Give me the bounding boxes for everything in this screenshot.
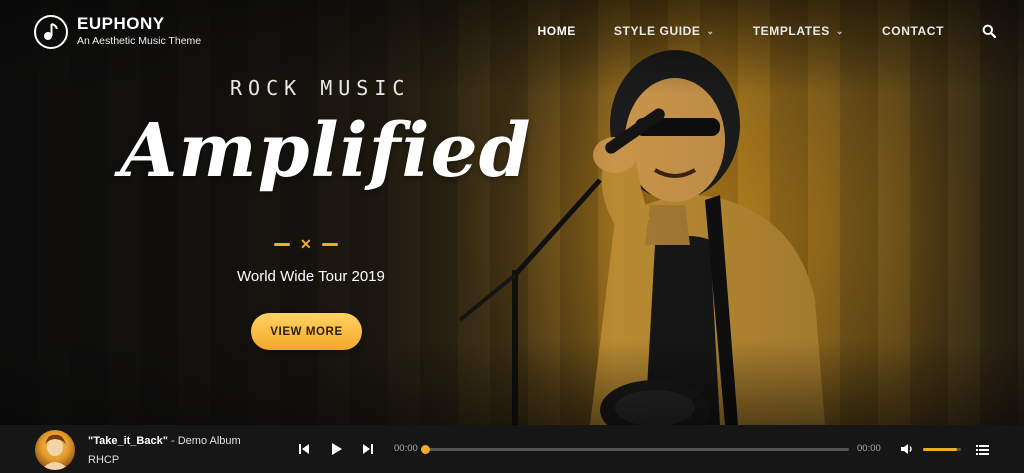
nav-item-label: TEMPLATES xyxy=(752,24,830,38)
volume-icon[interactable] xyxy=(900,442,914,456)
view-more-button[interactable]: VIEW MORE xyxy=(251,313,362,350)
divider-dash xyxy=(321,243,338,246)
site-logo[interactable]: EUPHONY An Aesthetic Music Theme xyxy=(34,14,201,49)
chevron-down-icon: ⌄ xyxy=(835,25,845,36)
brand-name: EUPHONY xyxy=(77,14,165,33)
time-current: 00:00 xyxy=(394,443,418,454)
hero-banner: EUPHONY An Aesthetic Music Theme HOME ST… xyxy=(0,0,1024,425)
volume-level xyxy=(923,448,958,451)
nav-item-style-guide[interactable]: STYLE GUIDE ⌄ xyxy=(614,24,715,38)
track-info: "Take_it_Back" - Demo Album RHCP xyxy=(88,434,241,467)
next-track-icon[interactable] xyxy=(361,442,375,456)
hero-overlay xyxy=(0,0,1024,425)
brand-tagline: An Aesthetic Music Theme xyxy=(77,35,202,47)
nav-item-label: STYLE GUIDE xyxy=(613,24,701,38)
track-album: - Demo Album xyxy=(167,435,241,447)
hero-divider: ✕ xyxy=(274,236,338,253)
cross-icon: ✕ xyxy=(300,236,312,252)
nav-item-templates[interactable]: TEMPLATES ⌄ xyxy=(753,24,844,38)
hero-eyebrow: ROCK MUSIC xyxy=(230,76,411,100)
album-art xyxy=(35,430,75,470)
time-total: 00:00 xyxy=(857,443,881,454)
progress-bar[interactable] xyxy=(421,445,849,454)
nav-item-home[interactable]: HOME xyxy=(538,24,576,38)
music-note-icon xyxy=(34,14,68,49)
main-nav: HOME STYLE GUIDE ⌄ TEMPLATES ⌄ CONTACT xyxy=(500,24,997,39)
chevron-down-icon: ⌄ xyxy=(706,25,715,36)
play-icon[interactable] xyxy=(329,442,343,456)
previous-track-icon[interactable] xyxy=(297,442,311,456)
nav-item-label: CONTACT xyxy=(882,24,944,38)
volume-slider[interactable] xyxy=(923,448,961,451)
hero-headline: Amplified xyxy=(120,108,532,194)
track-artist: RHCP xyxy=(88,454,120,466)
nav-item-label: HOME xyxy=(537,24,576,38)
search-icon[interactable] xyxy=(982,24,997,39)
nav-item-contact[interactable]: CONTACT xyxy=(882,24,944,38)
track-title: "Take_it_Back" xyxy=(88,435,168,447)
hero-subtitle: World Wide Tour 2019 xyxy=(237,268,385,285)
playlist-icon[interactable] xyxy=(976,443,989,455)
audio-player: "Take_it_Back" - Demo Album RHCP 00:00 0… xyxy=(0,425,1024,473)
divider-dash xyxy=(274,243,290,246)
progress-handle[interactable] xyxy=(421,445,430,454)
